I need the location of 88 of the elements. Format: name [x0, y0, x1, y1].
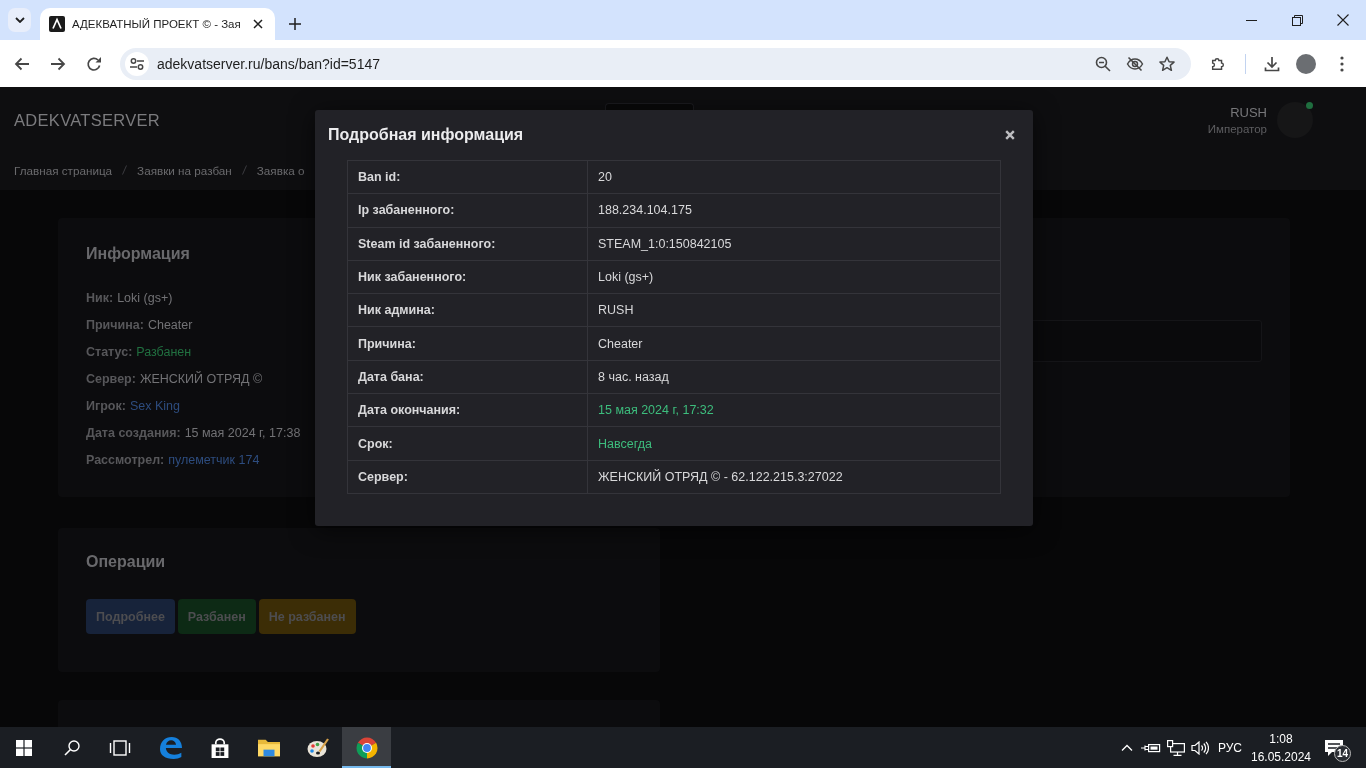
field-label: Игрок:: [86, 398, 126, 415]
puzzle-icon[interactable]: [1210, 55, 1226, 72]
browser-tab[interactable]: АДЕКВАТНЫЙ ПРОЕКТ © - Зая: [40, 8, 275, 40]
volume-icon[interactable]: [1191, 740, 1209, 755]
store-bag-icon[interactable]: [209, 737, 230, 758]
eye-off-icon[interactable]: [1126, 55, 1144, 72]
row-label: Ник админа:: [347, 293, 588, 327]
row-label: Дата бана:: [347, 360, 588, 394]
download-icon[interactable]: [1264, 55, 1280, 72]
tab-list-button[interactable]: [8, 8, 31, 32]
chevron-up-icon[interactable]: [1121, 744, 1133, 751]
row-value: Навсегда: [587, 426, 1001, 461]
row-label: Причина:: [347, 327, 588, 361]
field-value: ЖЕНСКИЙ ОТРЯД ©: [139, 370, 263, 388]
clock-time[interactable]: 1:08: [1269, 731, 1293, 746]
field-link[interactable]: пулеметчик 174: [168, 447, 260, 474]
row-label: Ник забаненного:: [347, 260, 588, 294]
field-value: Cheater: [147, 317, 193, 334]
row-value: ЖЕНСКИЙ ОТРЯД © - 62.122.215.3:27022: [587, 460, 1001, 494]
forward-icon[interactable]: [50, 56, 66, 71]
language-indicator[interactable]: РУС: [1218, 740, 1242, 755]
menu-icon[interactable]: [1340, 55, 1344, 72]
taskbar-button[interactable]: [342, 727, 391, 768]
folder-icon[interactable]: [257, 738, 280, 757]
address-bar[interactable]: adekvatserver.ru/bans/ban?id=5147: [120, 47, 1191, 80]
clock-date[interactable]: 16.05.2024: [1250, 749, 1312, 764]
field-label: Сервер:: [86, 371, 136, 388]
plus-icon[interactable]: [288, 18, 301, 30]
breadcrumb-link[interactable]: Главная страница: [14, 163, 113, 177]
field-label: Дата создания:: [86, 425, 181, 442]
search-icon[interactable]: [64, 739, 80, 756]
zoom-out-icon[interactable]: [1095, 55, 1111, 72]
row-value: Loki (gs+): [587, 260, 1001, 294]
star-icon[interactable]: [1159, 55, 1175, 72]
row-value: 188.234.104.175: [587, 193, 1001, 228]
card-title: Информация: [86, 244, 190, 264]
field-label: Причина:: [86, 317, 144, 334]
breadcrumb-link[interactable]: Заявки на разбан: [137, 163, 232, 177]
close-icon[interactable]: [1337, 14, 1349, 26]
row-value: RUSH: [587, 293, 1001, 327]
windows-logo-icon[interactable]: [16, 739, 32, 756]
row-value: 8 час. назад: [587, 360, 1001, 394]
field-label: Статус:: [86, 344, 133, 361]
row-value: STEAM_1:0:150842105: [587, 227, 1001, 261]
close-icon[interactable]: [252, 19, 263, 29]
tune-icon: [130, 57, 144, 70]
row-label: Ip забаненного:: [347, 193, 588, 228]
slash-separator-icon: [241, 165, 247, 175]
battery-icon[interactable]: [1141, 741, 1161, 754]
row-label: Ban id:: [347, 160, 588, 194]
modal-title: Подробная информация: [328, 126, 524, 144]
back-icon[interactable]: [14, 56, 30, 71]
chrome-browser-icon[interactable]: [355, 736, 378, 759]
user-avatar[interactable]: [1277, 102, 1313, 138]
row-label: Срок:: [347, 426, 588, 461]
row-value: 20: [587, 160, 1001, 194]
row-label: Steam id забаненного:: [347, 227, 588, 261]
notification-badge: 14: [1334, 745, 1351, 762]
site-settings-button[interactable]: [125, 51, 149, 76]
breadcrumb-link[interactable]: Заявка о: [256, 163, 305, 177]
field-label: Рассмотрел:: [86, 452, 165, 469]
card-title: Операции: [86, 552, 166, 572]
row-value: 15 мая 2024 г, 17:32: [587, 393, 1001, 427]
palette-icon[interactable]: [306, 737, 329, 758]
url-text[interactable]: adekvatserver.ru/bans/ban?id=5147: [157, 55, 380, 72]
tab-title: АДЕКВАТНЫЙ ПРОЕКТ © - Зая: [72, 18, 241, 30]
task-view-icon[interactable]: [109, 739, 131, 756]
edge-browser-icon[interactable]: [159, 736, 182, 759]
user-name[interactable]: RUSH: [1230, 105, 1267, 120]
site-logo[interactable]: ADEKVATSERVER: [14, 110, 161, 130]
caret-icon: [14, 17, 25, 23]
network-icon[interactable]: [1166, 739, 1185, 756]
close-icon[interactable]: [1005, 130, 1015, 140]
site-logo-icon: [49, 16, 65, 32]
restore-icon[interactable]: [1291, 14, 1303, 26]
status-value: Разбанен: [136, 344, 192, 361]
field-link[interactable]: Sex King: [129, 393, 180, 420]
minimize-icon[interactable]: [1245, 19, 1257, 21]
slash-separator-icon: [122, 165, 128, 175]
field-label: Ник:: [86, 290, 114, 307]
row-value: Cheater: [587, 327, 1001, 361]
row-label: Дата окончания:: [347, 393, 588, 427]
row-label: Сервер:: [347, 460, 588, 494]
field-value: 15 мая 2024 г, 17:38: [184, 425, 301, 442]
user-role: Император: [1207, 123, 1267, 135]
reload-icon[interactable]: [86, 55, 102, 72]
field-value: Loki (gs+): [117, 290, 173, 307]
profile-avatar[interactable]: [1296, 53, 1316, 74]
